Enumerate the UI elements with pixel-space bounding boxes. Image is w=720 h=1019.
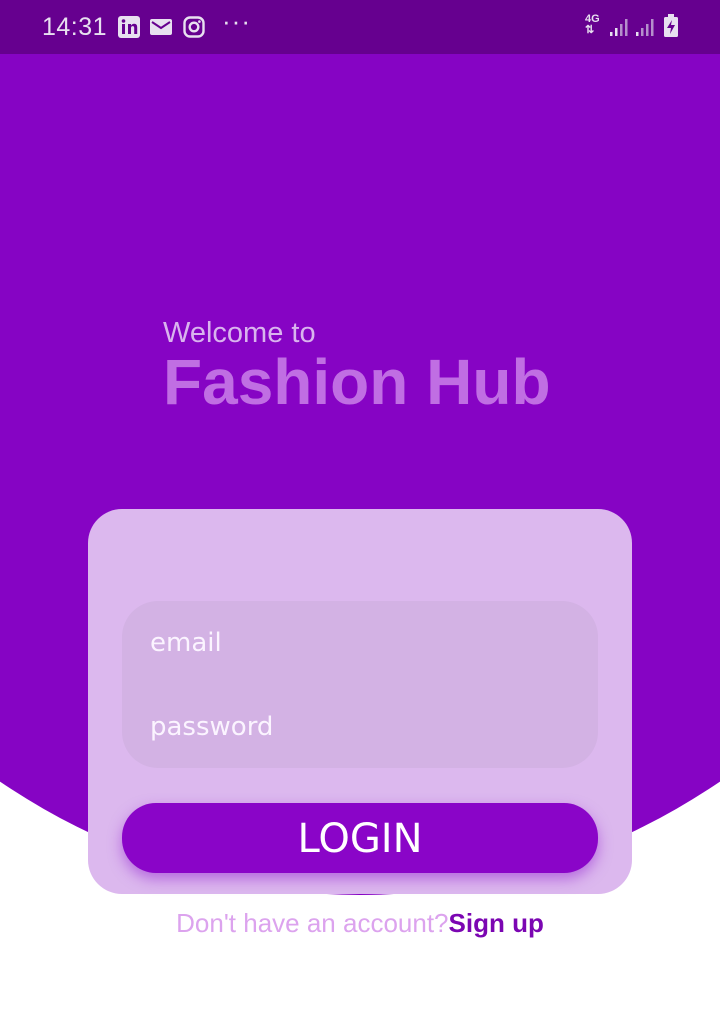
signal-strength-icon — [610, 19, 628, 36]
signup-row: Don't have an account?Sign up — [0, 908, 720, 939]
email-input[interactable] — [150, 623, 570, 663]
status-time: 14:31 — [42, 13, 108, 41]
status-bar: 14:31 ··· 4G ⇅ — [0, 0, 720, 54]
app-title: Fashion Hub — [163, 346, 551, 418]
signal-strength-icon — [636, 19, 654, 36]
network-type: 4G ⇅ — [585, 14, 600, 36]
welcome-text: Welcome to — [163, 317, 316, 349]
signup-link[interactable]: Sign up — [449, 908, 544, 938]
data-arrows-icon: ⇅ — [585, 24, 595, 36]
login-button[interactable]: LOGIN — [122, 803, 598, 873]
login-screen: 14:31 ··· 4G ⇅ Welcome to Fashion Hub em… — [0, 0, 720, 1019]
credentials-group — [122, 601, 598, 768]
welcome-block: Welcome to Fashion Hub — [163, 316, 551, 416]
email-icon — [150, 19, 172, 35]
signup-prompt: Don't have an account? — [176, 908, 449, 938]
instagram-icon — [183, 16, 205, 38]
battery-charging-icon — [664, 14, 678, 37]
linkedin-icon — [118, 16, 140, 38]
password-input[interactable] — [150, 707, 570, 747]
more-notifications-icon: ··· — [222, 6, 251, 36]
